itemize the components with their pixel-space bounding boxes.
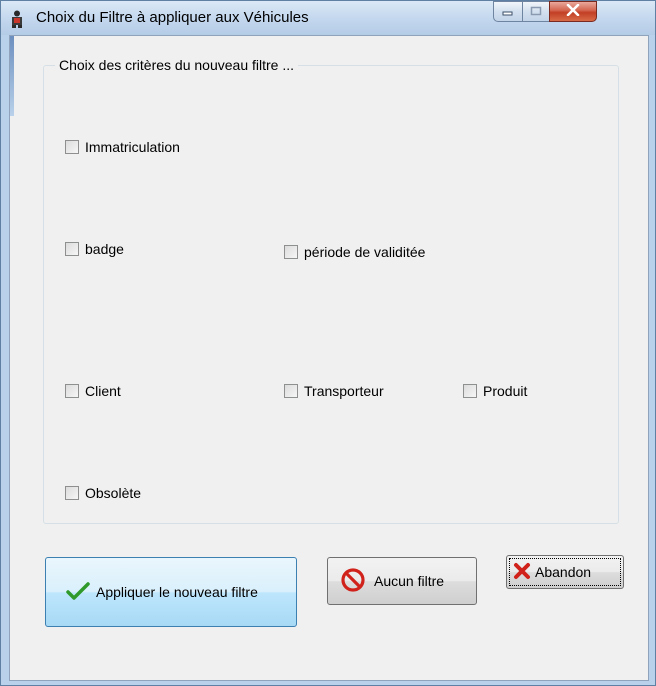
no-filter-label: Aucun filtre: [374, 573, 445, 589]
filter-dialog-window: Choix du Filtre à appliquer aux Véhicule…: [0, 0, 656, 686]
checkbox-box[interactable]: [463, 384, 477, 398]
checkbox-box[interactable]: [65, 384, 79, 398]
checkbox-periode-validite[interactable]: période de validitée: [284, 244, 425, 260]
checkbox-label: Immatriculation: [85, 139, 180, 155]
checkbox-box[interactable]: [65, 140, 79, 154]
window-edge-accent: [10, 36, 14, 116]
abandon-label: Abandon: [535, 564, 592, 580]
title-bar[interactable]: Choix du Filtre à appliquer aux Véhicule…: [1, 1, 655, 35]
apply-filter-button[interactable]: Appliquer le nouveau filtre: [45, 557, 297, 627]
red-x-icon: [513, 562, 531, 583]
checkbox-label: période de validitée: [304, 244, 426, 260]
no-filter-button[interactable]: Aucun filtre: [327, 557, 477, 605]
criteria-groupbox: [43, 65, 619, 524]
window-title: Choix du Filtre à appliquer aux Véhicule…: [36, 9, 309, 26]
maximize-icon: [530, 3, 542, 21]
checkbox-obsolete[interactable]: Obsolète: [65, 485, 141, 501]
maximize-button[interactable]: [522, 1, 550, 22]
checkbox-box[interactable]: [65, 486, 79, 500]
minimize-icon: [502, 3, 514, 21]
checkbox-produit[interactable]: Produit: [463, 383, 527, 399]
no-entry-icon: [340, 567, 366, 596]
apply-filter-label: Appliquer le nouveau filtre: [96, 584, 258, 600]
checkbox-label: badge: [85, 241, 124, 257]
minimize-button[interactable]: [493, 1, 523, 22]
close-button[interactable]: [549, 1, 597, 22]
close-icon: [566, 3, 580, 21]
abandon-button[interactable]: Abandon: [506, 555, 624, 589]
checkbox-label: Client: [85, 383, 121, 399]
checkbox-box[interactable]: [284, 245, 298, 259]
checkbox-transporteur[interactable]: Transporteur: [284, 383, 384, 399]
checkbox-box[interactable]: [65, 242, 79, 256]
person-icon[interactable]: [9, 10, 25, 28]
checkbox-client[interactable]: Client: [65, 383, 121, 399]
checkbox-label: Transporteur: [304, 383, 384, 399]
checkbox-label: Obsolète: [85, 485, 142, 501]
criteria-group-title: Choix des critères du nouveau filtre ...: [55, 57, 299, 73]
checkbox-label: Produit: [483, 383, 528, 399]
checkbox-box[interactable]: [284, 384, 298, 398]
checkmark-icon: [66, 581, 90, 604]
checkbox-badge[interactable]: badge: [65, 241, 124, 257]
checkbox-immatriculation[interactable]: Immatriculation: [65, 139, 180, 155]
